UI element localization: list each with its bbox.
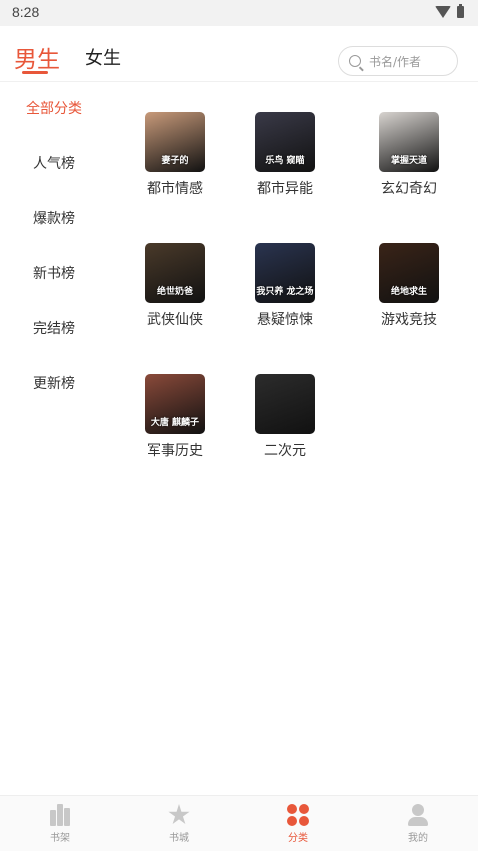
nav-label: 书架: [50, 833, 70, 844]
wifi-icon: [435, 6, 451, 18]
sidebar-item-updated[interactable]: 更新榜: [0, 372, 108, 396]
nav-label: 我的: [408, 833, 428, 844]
top-bar: 男生 女生 书名/作者: [0, 26, 478, 82]
book-cover: [255, 374, 315, 434]
search-icon: [349, 55, 361, 67]
nav-profile[interactable]: 我的: [378, 804, 458, 844]
category-item[interactable]: 绝世奶爸 武侠仙侠: [120, 243, 230, 329]
status-bar: 8:28: [0, 0, 478, 26]
cover-title: 我只养 龙之场: [256, 287, 314, 297]
sidebar-item-popular[interactable]: 人气榜: [0, 152, 108, 176]
battery-icon: [457, 4, 464, 18]
book-cover: 妻子的: [145, 112, 205, 172]
tab-female[interactable]: 女生: [85, 44, 121, 70]
sidebar-item-new[interactable]: 新书榜: [0, 262, 108, 286]
cover-title: 妻子的: [161, 156, 189, 166]
search-input[interactable]: 书名/作者: [338, 46, 458, 76]
category-label: 二次元: [264, 443, 306, 459]
category-label: 都市情感: [147, 181, 203, 197]
sidebar-item-finished[interactable]: 完结榜: [0, 317, 108, 341]
nav-bookshelf[interactable]: 书架: [20, 804, 100, 844]
category-label: 游戏竞技: [381, 312, 437, 328]
category-item[interactable]: 妻子的 都市情感: [120, 112, 230, 198]
tab-male[interactable]: 男生: [14, 40, 60, 74]
sidebar-item-hot[interactable]: 爆款榜: [0, 207, 108, 231]
book-cover: 大唐 麒麟子: [145, 374, 205, 434]
sidebar-item-all[interactable]: 全部分类: [0, 97, 108, 121]
cover-title: 绝地求生: [390, 287, 427, 297]
status-time: 8:28: [12, 4, 40, 20]
nav-label: 书城: [169, 833, 189, 844]
book-cover: 绝世奶爸: [145, 243, 205, 303]
cover-title: 乐鸟 窥瞄: [265, 156, 305, 166]
tab-active-indicator: [22, 71, 48, 74]
category-item[interactable]: 绝地求生 游戏竞技: [354, 243, 464, 329]
category-item[interactable]: 乐鸟 窥瞄 都市异能: [230, 112, 340, 198]
category-label: 玄幻奇幻: [381, 181, 437, 197]
book-cover: 掌握天道: [379, 112, 439, 172]
category-label: 武侠仙侠: [147, 312, 203, 328]
status-icons: [435, 4, 464, 18]
category-item[interactable]: 大唐 麒麟子 军事历史: [120, 374, 230, 460]
book-cover: 乐鸟 窥瞄: [255, 112, 315, 172]
profile-icon: [407, 804, 429, 826]
bookshelf-icon: [49, 804, 71, 826]
nav-bookstore[interactable]: 书城: [139, 804, 219, 844]
nav-category[interactable]: 分类: [258, 804, 338, 844]
category-item[interactable]: 二次元: [230, 374, 340, 460]
book-cover: 我只养 龙之场: [255, 243, 315, 303]
bottom-nav: 书架 书城 分类 我的: [0, 795, 478, 851]
cover-title: 大唐 麒麟子: [150, 418, 200, 428]
book-cover: 绝地求生: [379, 243, 439, 303]
category-item[interactable]: 掌握天道 玄幻奇幻: [354, 112, 464, 198]
category-icon: [287, 804, 309, 826]
category-item[interactable]: 我只养 龙之场 悬疑惊悚: [230, 243, 340, 329]
search-placeholder: 书名/作者: [369, 54, 422, 69]
nav-label: 分类: [288, 833, 308, 844]
category-label: 悬疑惊悚: [257, 312, 313, 328]
star-icon: [168, 804, 190, 825]
category-label: 都市异能: [257, 181, 313, 197]
category-label: 军事历史: [147, 443, 203, 459]
cover-title: 绝世奶爸: [156, 287, 193, 297]
cover-title: 掌握天道: [390, 156, 427, 166]
